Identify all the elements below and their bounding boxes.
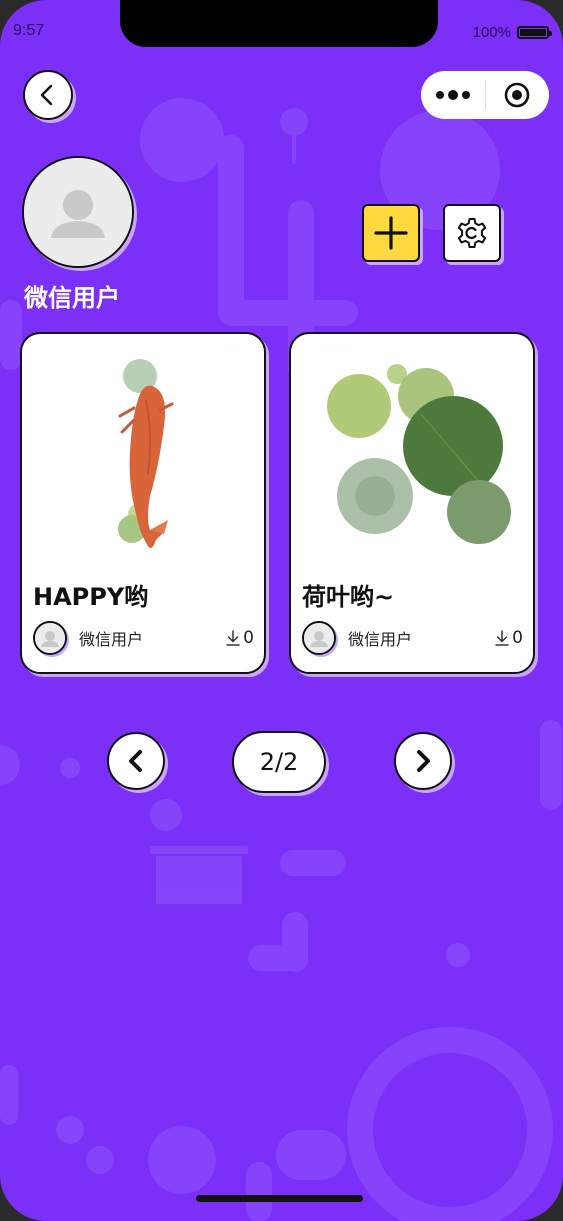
download-count-value: 0 [512, 628, 523, 648]
profile-username: 微信用户 [24, 284, 120, 312]
download-icon [226, 630, 240, 646]
default-avatar-icon [24, 158, 132, 266]
lotus-leaf-artwork [327, 364, 511, 544]
card-title: HAPPY哟 [33, 583, 149, 611]
card-meta: 微信用户 0 [33, 619, 254, 657]
page-indicator: 2/2 [232, 731, 326, 793]
card-meta: 微信用户 0 [302, 619, 523, 657]
download-count: 0 [495, 628, 523, 648]
more-button[interactable] [421, 89, 485, 101]
next-page-button[interactable] [394, 732, 452, 790]
status-right: 100% [472, 24, 552, 41]
artwork-card[interactable]: HAPPY哟 微信用户 0 [20, 332, 266, 674]
chevron-right-icon [417, 750, 430, 772]
card-title: 荷叶哟~ [302, 583, 395, 611]
default-avatar-icon [304, 623, 334, 653]
download-count: 0 [226, 628, 254, 648]
status-time: 9:57 [13, 22, 45, 39]
back-button[interactable] [23, 70, 73, 120]
profile-avatar[interactable] [22, 156, 134, 268]
download-count-value: 0 [243, 628, 254, 648]
close-mini-program-button[interactable] [486, 81, 550, 109]
download-icon [495, 630, 509, 646]
device-notch [120, 0, 438, 47]
previous-page-button[interactable] [107, 732, 165, 790]
target-icon [504, 82, 530, 108]
author-name: 微信用户 [348, 630, 413, 649]
more-dots-icon [435, 90, 470, 100]
mini-program-capsule [421, 71, 549, 119]
chevron-left-icon [129, 750, 142, 772]
battery-icon [517, 26, 552, 39]
author-avatar [302, 621, 336, 655]
chevron-left-icon [40, 84, 53, 106]
settings-button[interactable] [443, 204, 501, 262]
add-button[interactable] [362, 204, 420, 262]
author-avatar [33, 621, 67, 655]
koi-fish-artwork [118, 359, 174, 548]
phone-screen: 9:57 100% 微信用户 HAPPY哟 微信用户 0 荷叶哟~ 微信用户 0… [0, 0, 563, 1221]
artwork-card[interactable]: 荷叶哟~ 微信用户 0 [289, 332, 535, 674]
default-avatar-icon [35, 623, 65, 653]
home-indicator[interactable] [196, 1195, 363, 1202]
gear-icon [457, 218, 487, 248]
plus-icon [374, 216, 408, 250]
author-name: 微信用户 [79, 630, 144, 649]
battery-percentage: 100% [472, 24, 511, 41]
